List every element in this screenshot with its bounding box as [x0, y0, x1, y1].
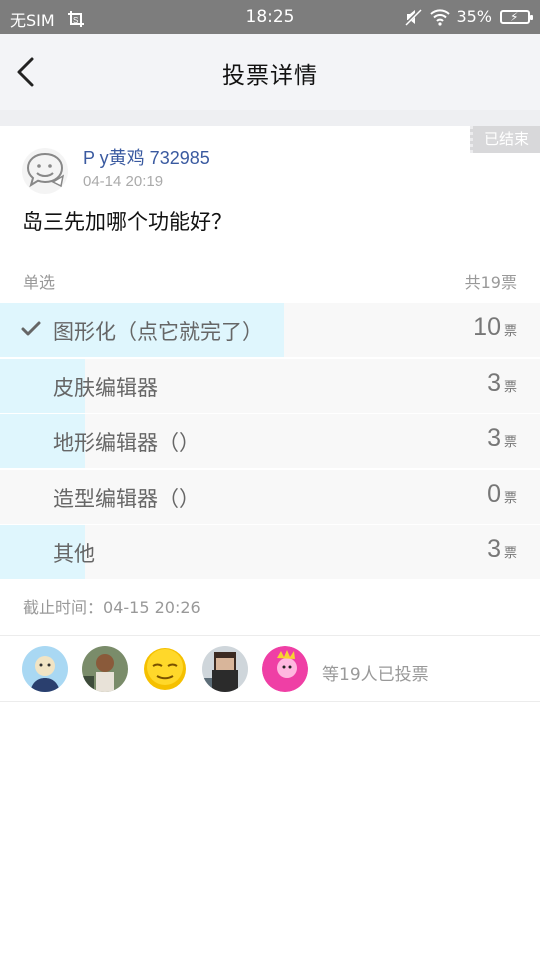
voter-avatar[interactable] — [262, 646, 308, 692]
battery-icon: ⚡ — [500, 9, 533, 24]
author-avatar[interactable] — [22, 148, 68, 194]
vote-option-label: 图形化（点它就完了） — [53, 320, 263, 344]
voter-list[interactable]: 等19人已投票 — [0, 636, 540, 702]
vote-option[interactable]: 造型编辑器（） 0票 — [0, 469, 540, 524]
vote-option[interactable]: 皮肤编辑器 3票 — [0, 358, 540, 413]
divider — [0, 701, 540, 702]
author-name[interactable]: P y黄鸡 732985 — [83, 144, 210, 170]
post-timestamp: 04-14 20:19 — [83, 173, 164, 190]
nav-bar: 投票详情 — [0, 34, 540, 110]
voter-avatar[interactable] — [202, 646, 248, 692]
vote-option-count: 3票 — [487, 368, 517, 397]
status-bar: 无SIM S 18:25 35% ⚡ — [0, 0, 540, 34]
voter-avatar[interactable] — [82, 646, 128, 692]
vote-option-label: 地形编辑器（） — [53, 431, 200, 455]
voter-avatar[interactable] — [142, 646, 188, 692]
default-avatar-icon — [26, 152, 65, 188]
vote-deadline: 截止时间：04-15 20:26 — [23, 594, 201, 618]
deadline-value: 04-15 20:26 — [103, 598, 201, 617]
vote-options: 图形化（点它就完了） 10 票 皮肤编辑器 3票 地形编辑器（） 3票 造型编辑器… — [0, 303, 540, 581]
wifi-icon — [430, 8, 451, 26]
status-badge: 已结束 — [470, 126, 540, 153]
section-gap — [0, 110, 540, 126]
vote-option[interactable]: 其他 3票 — [0, 525, 540, 579]
vote-type-label: 单选 — [23, 273, 56, 292]
vote-option-count: 0票 — [487, 479, 517, 508]
vote-option[interactable]: 图形化（点它就完了） 10 票 — [0, 303, 540, 357]
battery-percent: 35% — [456, 7, 492, 26]
voter-count-text: 等19人已投票 — [322, 665, 429, 685]
vote-option-label: 其他 — [53, 542, 95, 566]
vote-option-count: 10 票 — [473, 313, 517, 341]
vote-option-label: 造型编辑器（） — [53, 486, 200, 511]
vote-option-count: 3票 — [487, 424, 517, 452]
voter-avatar[interactable] — [22, 646, 68, 692]
page-title: 投票详情 — [222, 63, 318, 89]
vote-option[interactable]: 地形编辑器（） 3票 — [0, 414, 540, 468]
mute-icon — [404, 7, 423, 26]
vote-option-count: 3票 — [487, 535, 517, 563]
check-icon — [20, 318, 42, 340]
vote-question: 岛三先加哪个功能好？ — [22, 210, 232, 234]
deadline-label: 截止时间： — [23, 598, 104, 617]
vote-option-label: 皮肤编辑器 — [53, 375, 158, 400]
vote-total-count: 共19票 — [464, 273, 517, 292]
